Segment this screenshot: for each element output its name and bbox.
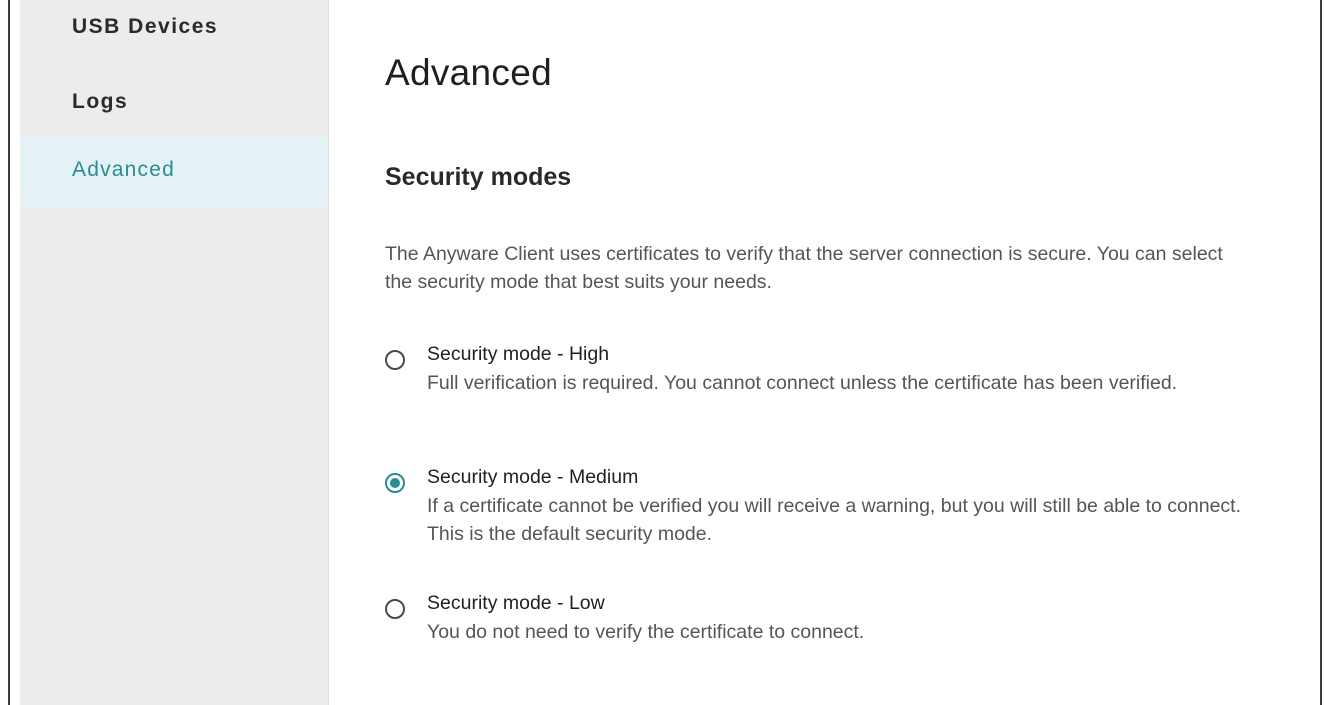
option-title: Security mode - Low (427, 592, 605, 614)
option-description: You do not need to verify the certificat… (427, 621, 865, 643)
sidebar-item-label: Advanced (72, 158, 176, 181)
security-mode-high-option[interactable]: Security mode - High Full verification i… (385, 343, 1265, 433)
option-description: Full verification is required. You canno… (427, 372, 1178, 394)
security-mode-low-radio[interactable] (385, 599, 405, 619)
option-description: If a certificate cannot be verified you … (427, 495, 1242, 545)
option-title: Security mode - Medium (427, 466, 639, 488)
sidebar-item-logs[interactable]: Logs (20, 67, 328, 137)
sidebar-item-label: USB Devices (72, 15, 219, 38)
main-content: Advanced Security modes The Anyware Clie… (329, 0, 1319, 705)
security-mode-medium-radio[interactable] (385, 473, 405, 493)
sidebar-item-label: Logs (72, 90, 129, 113)
app-window: USB Devices Logs Advanced Advanced Secur… (0, 0, 1324, 705)
security-mode-low-option[interactable]: Security mode - Low You do not need to v… (385, 592, 1265, 652)
window-right-border (1320, 0, 1322, 705)
sidebar-item-usb-devices[interactable]: USB Devices (20, 0, 328, 67)
window-left-border (8, 0, 10, 705)
sidebar-item-advanced[interactable]: Advanced (20, 137, 328, 207)
page-title: Advanced (385, 52, 552, 93)
option-title: Security mode - High (427, 343, 610, 365)
security-mode-medium-option[interactable]: Security mode - Medium If a certificate … (385, 466, 1265, 556)
section-intro-text: The Anyware Client uses certificates to … (385, 243, 1223, 293)
sidebar: USB Devices Logs Advanced (20, 0, 329, 705)
security-mode-high-radio[interactable] (385, 350, 405, 370)
section-title: Security modes (385, 163, 572, 191)
